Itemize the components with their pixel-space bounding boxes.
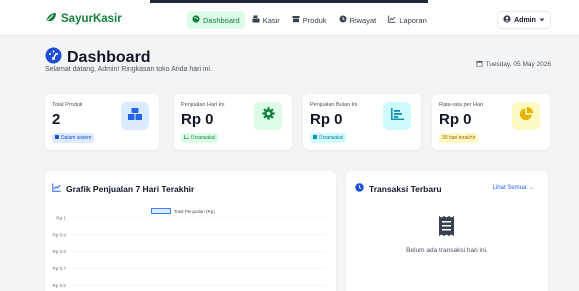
boxes-icon: [128, 107, 142, 125]
stat-icon-box: [512, 102, 540, 130]
receipt-icon: [439, 216, 454, 241]
stat-card-penjualan-hari-ini: Penjualan Hari Ini Rp 0 0 transaksi: [174, 94, 292, 150]
history-icon: [339, 15, 347, 25]
y-tick-label: Rp 0,6: [52, 283, 66, 288]
chart-line-icon: [183, 135, 189, 141]
page-subtitle: Selamat datang, Admin! Ringkasan toko An…: [45, 66, 212, 73]
brand[interactable]: SayurKasir: [45, 12, 122, 26]
stat-badge: 0 transaksi: [181, 133, 219, 143]
nav-link-laporan[interactable]: Laporan: [383, 11, 432, 29]
chart-line-icon: [388, 15, 396, 25]
stat-label: Penjualan Bulan Ini: [310, 102, 358, 108]
brand-name: SayurKasir: [61, 13, 122, 25]
y-tick-label: Rp 0,8: [52, 249, 66, 254]
nav-link-label: Produk: [302, 15, 327, 25]
clock-icon: [355, 183, 364, 194]
y-tick-label: Rp 0,9: [52, 232, 66, 237]
nav-links: Dashboard Kasir Produk Riwayat Laporan: [187, 11, 434, 29]
nav-link-label: Laporan: [399, 15, 427, 25]
user-menu-button[interactable]: Admin: [497, 11, 551, 29]
user-name: Admin: [514, 16, 536, 24]
calendar-icon: [476, 60, 483, 69]
stat-value: Rp 0: [181, 111, 214, 128]
current-date: Tuesday, 05 May 2026: [476, 60, 551, 69]
sales-chart: Rp 1 Rp 0,9 Rp 0,8 Rp 0,7 Rp 0,6: [52, 216, 327, 288]
see-all-link[interactable]: Lihat Semua →: [493, 185, 534, 191]
stat-icon-box: [121, 102, 149, 130]
caret-down-icon: [539, 17, 545, 24]
nav-link-produk[interactable]: Produk: [287, 11, 332, 29]
stat-label: Penjualan Hari Ini: [181, 102, 225, 108]
page-title: Dashboard: [67, 49, 151, 66]
stat-badge-text: 0 transaksi: [319, 135, 344, 141]
nav-link-label: Dashboard: [203, 15, 240, 25]
nav-link-kasir[interactable]: Kasir: [247, 11, 285, 29]
user-circle-icon: [503, 15, 511, 25]
stat-badge-text: Dalam sistem: [61, 135, 92, 141]
navbar: SayurKasir Dashboard Kasir Produk Riwaya…: [0, 4, 579, 36]
stat-badge-text: 30 hari terakhir: [442, 135, 476, 141]
transactions-title: Transaksi Terbaru: [369, 183, 442, 194]
nav-link-dashboard[interactable]: Dashboard: [187, 11, 245, 29]
stat-value: Rp 0: [439, 111, 472, 128]
stat-badge-text: 0 transaksi: [191, 135, 216, 141]
stat-card-penjualan-bulan-ini: Penjualan Bulan Ini Rp 0 0 transaksi: [303, 94, 421, 150]
see-all-label: Lihat Semua: [492, 185, 527, 191]
chart-bar-icon: [390, 107, 404, 125]
stat-card-total-produk: Total Produk 2 Dalam sistem: [45, 94, 159, 150]
stat-badge: 0 transaksi: [310, 133, 347, 143]
boxes-icon: [292, 15, 300, 25]
pie-chart-icon: [519, 106, 534, 126]
empty-transactions-message: Belum ada transaksi hari ini.: [406, 247, 488, 254]
nav-link-riwayat[interactable]: Riwayat: [334, 11, 382, 29]
stat-value: Rp 0: [310, 111, 343, 128]
cash-register-icon: [252, 15, 260, 25]
sales-chart-card: Grafik Penjualan 7 Hari Terakhir Total P…: [45, 171, 336, 291]
y-tick-label: Rp 1: [56, 216, 66, 221]
y-tick-label: Rp 0,7: [52, 266, 66, 271]
calendar-icon: [313, 135, 317, 141]
box-icon: [55, 135, 59, 141]
stat-icon-box: [383, 102, 411, 130]
stat-value: 2: [52, 111, 61, 128]
arrow-right-icon: →: [528, 185, 534, 191]
date-text: Tuesday, 05 May 2026: [485, 61, 551, 68]
transactions-header: Transaksi Terbaru: [355, 183, 442, 194]
stat-icon-box: [254, 102, 282, 130]
nav-link-label: Kasir: [262, 15, 280, 25]
nav-link-label: Riwayat: [349, 15, 377, 25]
top-bar: [150, 0, 428, 3]
recent-transactions-card: Transaksi Terbaru Lihat Semua → Belum ad…: [346, 171, 548, 291]
stat-label: Rata-rata per Hari: [439, 102, 484, 108]
leaf-icon: [45, 12, 57, 26]
gear-icon: [261, 107, 275, 125]
stat-label: Total Produk: [52, 102, 83, 108]
palette-icon: [192, 15, 200, 25]
stat-badge: Dalam sistem: [52, 133, 95, 143]
stat-badge: 30 hari terakhir: [439, 133, 479, 143]
stat-card-rata-rata: Rata-rata per Hari Rp 0 30 hari terakhir: [432, 94, 550, 150]
